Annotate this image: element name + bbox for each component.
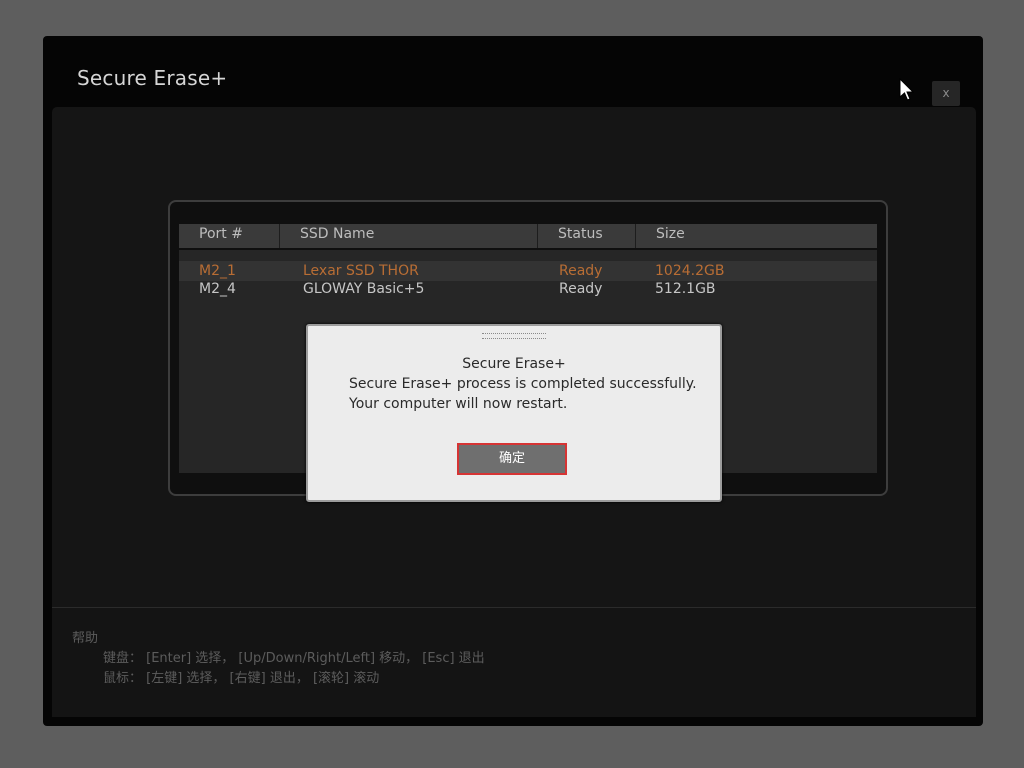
column-header-status: Status [558,226,603,242]
column-separator [635,224,636,248]
help-mouse-hint: 鼠标： [左键] 选择， [右键] 退出， [滚轮] 滚动 [103,671,380,686]
column-separator [279,224,280,248]
close-button[interactable]: x [932,81,960,106]
column-header-size: Size [656,226,685,242]
cell-ssd-name: Lexar SSD THOR [303,263,419,279]
ok-button[interactable]: 确定 [457,443,567,475]
dialog-message-line2: Your computer will now restart. [349,396,568,412]
table-row-m2-4[interactable]: M2_4 GLOWAY Basic+5 Ready 512.1GB [179,279,877,299]
dialog-drag-handle[interactable] [482,333,546,339]
cell-port: M2_1 [199,263,236,279]
cell-port: M2_4 [199,281,236,297]
dialog-title: Secure Erase+ [462,356,566,372]
cell-ssd-name: GLOWAY Basic+5 [303,281,425,297]
table-header: Port # SSD Name Status Size [179,224,877,248]
table-row-m2-1[interactable]: M2_1 Lexar SSD THOR Ready 1024.2GB [179,261,877,281]
column-header-ssd-name: SSD Name [300,226,375,242]
help-panel: 帮助 键盘： [Enter] 选择， [Up/Down/Right/Left] … [52,607,976,717]
cell-size: 512.1GB [655,281,716,297]
mouse-cursor-icon [899,78,915,101]
window-title: Secure Erase+ [77,66,228,90]
column-separator [537,224,538,248]
dialog-message-line1: Secure Erase+ process is completed succe… [349,376,697,392]
cell-status: Ready [559,263,603,279]
cell-status: Ready [559,281,603,297]
help-keyboard-hint: 键盘： [Enter] 选择， [Up/Down/Right/Left] 移动，… [103,651,485,666]
completion-dialog: Secure Erase+ Secure Erase+ process is c… [306,324,722,502]
cell-size: 1024.2GB [655,263,725,279]
column-header-port: Port # [199,226,243,242]
help-title: 帮助 [72,631,99,646]
